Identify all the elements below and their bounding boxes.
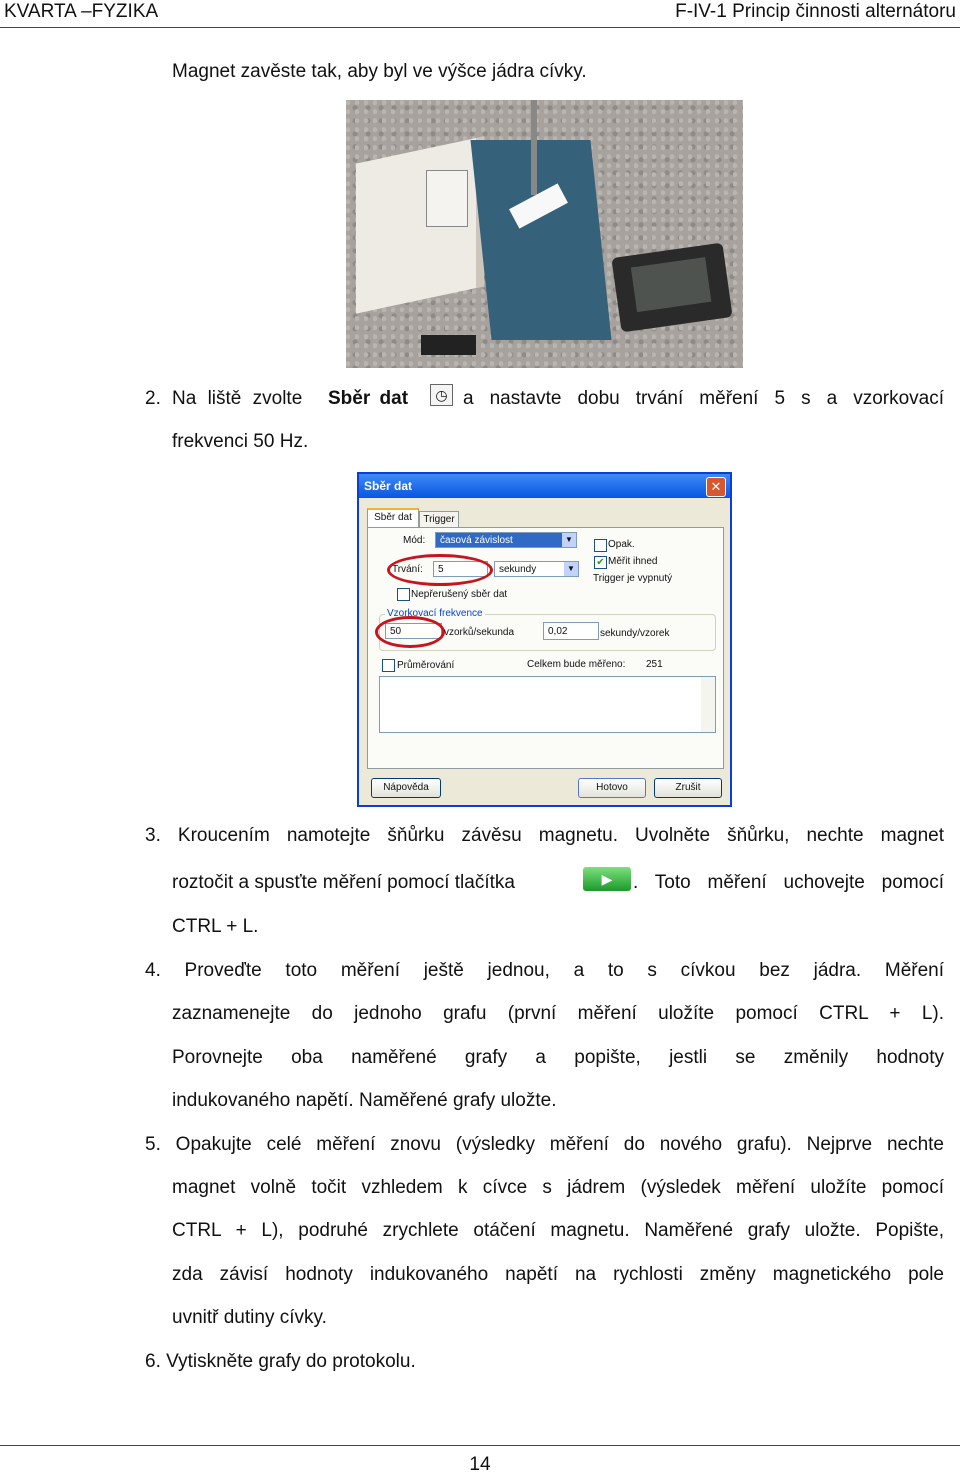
message-area bbox=[379, 676, 716, 733]
header-rule bbox=[0, 27, 960, 28]
data-collection-dialog: Sběr dat ✕ Sběr dat Trigger Mód: časová … bbox=[357, 472, 732, 807]
ok-button[interactable]: Hotovo bbox=[578, 778, 646, 798]
stand-base bbox=[470, 140, 612, 340]
stand-rod bbox=[531, 100, 537, 195]
trigger-status: Trigger je vypnutý bbox=[593, 573, 673, 584]
step4-line: Porovnejte oba naměřené grafy a popište,… bbox=[172, 1047, 944, 1068]
averaging-checkbox[interactable] bbox=[382, 659, 395, 672]
period-input[interactable]: 0,02 bbox=[543, 622, 599, 640]
help-button[interactable]: Nápověda bbox=[371, 778, 441, 798]
datalogger-device bbox=[611, 242, 733, 333]
period-unit: sekundy/vzorek bbox=[600, 628, 670, 639]
step2-number: 2. bbox=[145, 388, 161, 409]
repeat-checkbox[interactable] bbox=[594, 539, 607, 552]
sensor bbox=[421, 335, 476, 355]
step6-text: 6. Vytiskněte grafy do protokolu. bbox=[145, 1351, 416, 1372]
step4-line: indukovaného napětí. Naměřené grafy ulož… bbox=[172, 1090, 557, 1111]
step3-line2a: roztočit a spusťte měření pomocí tlačítk… bbox=[172, 872, 515, 893]
step5-line: zda závisí hodnoty indukovaného napětí n… bbox=[172, 1264, 944, 1285]
data-collection-clock-icon: ◷ bbox=[430, 384, 453, 406]
play-button-icon: ▶ bbox=[583, 867, 631, 891]
footer-rule bbox=[0, 1445, 960, 1446]
total-value: 251 bbox=[646, 659, 663, 670]
scrollbar[interactable] bbox=[701, 677, 715, 732]
repeat-label: Opak. bbox=[608, 539, 635, 550]
rate-unit: vzorků/sekunda bbox=[444, 627, 515, 638]
step3-line3: CTRL + L. bbox=[172, 916, 259, 937]
mode-select[interactable]: časová závislost bbox=[435, 532, 577, 548]
close-icon[interactable]: ✕ bbox=[706, 477, 726, 497]
highlight-ring bbox=[387, 554, 493, 586]
measure-now-label: Měřit ihned bbox=[608, 556, 658, 567]
mode-label: Mód: bbox=[403, 535, 426, 546]
step2-post: a nastavte dobu trvání měření 5 s a vzor… bbox=[463, 388, 944, 409]
header-left: KVARTA –FYZIKA bbox=[4, 1, 159, 22]
tab-trigger[interactable]: Trigger bbox=[419, 511, 459, 528]
step5-line: magnet volně točit vzhledem k cívce s já… bbox=[172, 1177, 944, 1198]
total-label: Celkem bude měřeno: bbox=[527, 659, 626, 670]
continuous-label: Nepřerušený sběr dat bbox=[411, 589, 508, 600]
step4-line: zaznamenejte do jednoho grafu (první měř… bbox=[172, 1003, 944, 1024]
continuous-checkbox[interactable] bbox=[397, 588, 410, 601]
intro-text: Magnet zavěste tak, aby byl ve výšce jád… bbox=[172, 61, 587, 82]
chevron-down-icon[interactable]: ▼ bbox=[564, 562, 578, 576]
step3-line1: 3. Kroucením namotejte šňůrku závěsu mag… bbox=[145, 825, 944, 846]
dialog-title: Sběr dat bbox=[359, 474, 730, 498]
experiment-photo bbox=[346, 100, 743, 368]
coil bbox=[426, 170, 468, 227]
step2-line2: frekvenci 50 Hz. bbox=[172, 431, 309, 452]
step5-line: 5. Opakujte celé měření znovu (výsledky … bbox=[145, 1134, 944, 1155]
step2-bold: Sběr dat bbox=[328, 388, 409, 409]
measure-now-checkbox[interactable]: ✔ bbox=[594, 556, 607, 569]
document-page: KVARTA –FYZIKA F-IV-1 Princip činnosti a… bbox=[0, 0, 960, 1476]
chevron-down-icon[interactable]: ▼ bbox=[562, 533, 576, 547]
step2-pre: Na liště zvolte bbox=[172, 388, 303, 409]
averaging-label: Průměrování bbox=[397, 660, 455, 671]
page-number: 14 bbox=[469, 1454, 491, 1475]
step4-line: 4. Proveďte toto měření ještě jednou, a … bbox=[145, 960, 944, 981]
step5-line: CTRL + L), podruhé zrychlete otáčení mag… bbox=[172, 1220, 944, 1241]
highlight-ring bbox=[375, 616, 445, 648]
header-right: F-IV-1 Princip činnosti alternátoru bbox=[675, 1, 956, 22]
cancel-button[interactable]: Zrušit bbox=[654, 778, 722, 798]
step5-line: uvnitř dutiny cívky. bbox=[172, 1307, 327, 1328]
step3-line2b: . Toto měření uchovejte pomocí bbox=[633, 872, 944, 893]
tab-data-collection[interactable]: Sběr dat bbox=[367, 508, 419, 528]
